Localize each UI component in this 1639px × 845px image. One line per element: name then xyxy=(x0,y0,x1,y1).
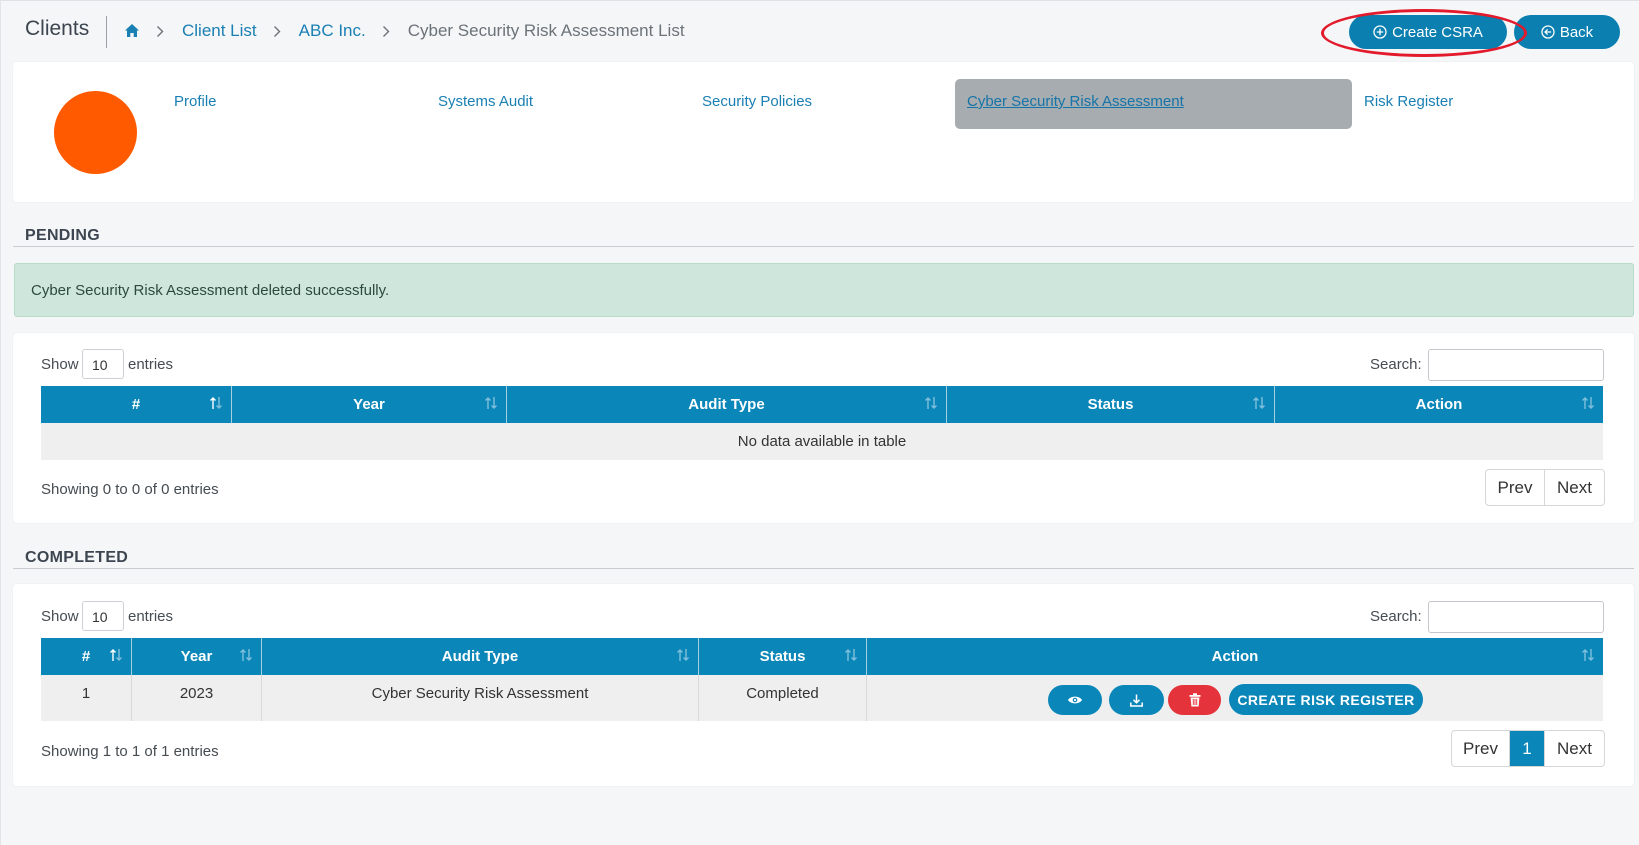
column-header[interactable]: Action xyxy=(1275,386,1603,423)
pending-heading: PENDING xyxy=(25,227,100,244)
chevron-right-icon xyxy=(273,25,281,38)
column-label: # xyxy=(81,648,91,665)
page-1-button[interactable]: 1 xyxy=(1510,731,1545,766)
download-icon xyxy=(1130,694,1143,707)
header-divider xyxy=(106,16,107,48)
column-label: Status xyxy=(1087,396,1134,413)
entries-label: entries xyxy=(128,356,174,373)
sort-icon xyxy=(1253,397,1265,409)
column-header[interactable]: # xyxy=(41,638,132,675)
table-info: Showing 0 to 0 of 0 entries xyxy=(41,481,219,498)
eye-icon xyxy=(1068,696,1082,704)
completed-pagination: Prev 1 Next xyxy=(1451,730,1605,767)
column-header[interactable]: Year xyxy=(232,386,507,423)
breadcrumb-client[interactable]: ABC Inc. xyxy=(299,21,366,41)
tab-security-policies[interactable]: Security Policies xyxy=(702,93,812,110)
sort-icon xyxy=(210,397,222,409)
success-alert: Cyber Security Risk Assessment deleted s… xyxy=(14,263,1634,317)
pending-table-header: # Year Audit Type Status Action xyxy=(41,386,1603,423)
view-button[interactable] xyxy=(1048,685,1102,715)
page-title: Clients xyxy=(25,17,90,40)
show-label: Show xyxy=(41,608,79,625)
tab-profile[interactable]: Profile xyxy=(174,93,217,110)
prev-page-button[interactable]: Prev xyxy=(1486,470,1545,505)
next-page-button[interactable]: Next xyxy=(1545,731,1604,766)
breadcrumb-current: Cyber Security Risk Assessment List xyxy=(407,21,685,40)
sort-icon xyxy=(677,649,689,661)
search-label: Search: xyxy=(1370,608,1422,625)
prev-page-button[interactable]: Prev xyxy=(1452,731,1510,766)
completed-divider xyxy=(13,568,1634,569)
next-page-button[interactable]: Next xyxy=(1545,470,1604,505)
column-label: Action xyxy=(1415,396,1463,413)
delete-button[interactable] xyxy=(1168,685,1221,715)
breadcrumb: Client List ABC Inc. Cyber Security Risk… xyxy=(124,21,685,41)
avatar xyxy=(54,91,137,174)
trash-icon xyxy=(1189,693,1200,707)
column-header[interactable]: Action xyxy=(867,638,1603,675)
back-button[interactable]: Back xyxy=(1514,15,1620,49)
sort-icon xyxy=(1582,397,1594,409)
pending-divider xyxy=(13,246,1634,247)
sort-icon xyxy=(110,649,122,661)
sort-icon xyxy=(240,649,252,661)
empty-table-message: No data available in table xyxy=(41,423,1603,460)
pending-pagination: Prev Next xyxy=(1485,469,1605,506)
chevron-right-icon xyxy=(156,25,164,38)
column-header[interactable]: # xyxy=(41,386,232,423)
show-label: Show xyxy=(41,356,79,373)
back-label: Back xyxy=(1559,23,1594,41)
download-button[interactable] xyxy=(1109,685,1164,715)
column-header[interactable]: Year xyxy=(132,638,262,675)
home-icon[interactable] xyxy=(124,23,140,39)
tab-systems-audit[interactable]: Systems Audit xyxy=(438,93,533,110)
client-profile-card xyxy=(13,62,1634,202)
column-label: Audit Type xyxy=(688,396,765,413)
breadcrumb-client-list[interactable]: Client List xyxy=(182,21,257,41)
column-header[interactable]: Status xyxy=(699,638,867,675)
arrow-left-circle-icon xyxy=(1541,25,1555,39)
sort-icon xyxy=(925,397,937,409)
page-length-select[interactable]: 10 xyxy=(82,601,124,631)
sort-icon xyxy=(1582,649,1594,661)
column-label: Year xyxy=(353,396,385,413)
sort-icon xyxy=(485,397,497,409)
column-label: Year xyxy=(180,648,213,665)
tab-risk-register[interactable]: Risk Register xyxy=(1364,93,1453,110)
column-header[interactable]: Audit Type xyxy=(262,638,699,675)
column-label: Status xyxy=(759,648,806,665)
cell-year: 2023 xyxy=(132,675,262,721)
create-risk-register-button[interactable]: CREATE RISK REGISTER xyxy=(1229,684,1423,715)
cell-audit-type: Cyber Security Risk Assessment xyxy=(262,675,699,721)
completed-heading: COMPLETED xyxy=(25,549,129,566)
cell-number: 1 xyxy=(41,675,132,721)
sort-icon xyxy=(845,649,857,661)
column-header[interactable]: Audit Type xyxy=(507,386,947,423)
cell-status: Completed xyxy=(699,675,867,721)
search-label: Search: xyxy=(1370,356,1422,373)
column-header[interactable]: Status xyxy=(947,386,1275,423)
entries-label: entries xyxy=(128,608,174,625)
highlight-ellipse xyxy=(1321,9,1527,57)
chevron-right-icon xyxy=(382,25,390,38)
completed-table-header: # Year Audit Type Status Action xyxy=(41,638,1603,675)
page-length-select[interactable]: 10 xyxy=(82,349,124,379)
search-input[interactable] xyxy=(1428,349,1604,381)
column-label: Action xyxy=(1211,648,1259,665)
tab-cyber-security-risk-assessment[interactable]: Cyber Security Risk Assessment xyxy=(967,93,1184,110)
column-label: Audit Type xyxy=(441,648,519,665)
search-input[interactable] xyxy=(1428,601,1604,633)
table-info: Showing 1 to 1 of 1 entries xyxy=(41,743,219,760)
column-label: # xyxy=(131,396,141,413)
